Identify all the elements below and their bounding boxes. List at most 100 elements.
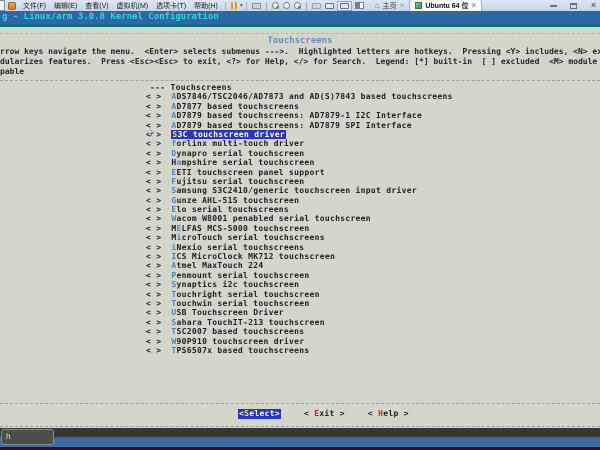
console-view-icon[interactable]	[312, 3, 321, 9]
tab-bar: ⌂主页×Ubuntu 64 位×	[370, 0, 482, 11]
menu-item-label: Samsung S3C2410/generic touchscreen inpu…	[171, 186, 417, 195]
menu-item[interactable]: < > Touchright serial touchscreen	[146, 290, 453, 299]
tristate-box[interactable]: < >	[146, 149, 161, 158]
menu-item-label: W90P910 touchscreen driver	[171, 337, 304, 346]
menu-item[interactable]: < >EETI touchscreen panel support	[146, 168, 453, 177]
tab-label: 主页	[383, 1, 397, 11]
tristate-box[interactable]: < >	[146, 168, 161, 177]
snapshot-take-icon[interactable]	[272, 2, 279, 9]
menu-item[interactable]: < >USB Touchscreen Driver	[146, 308, 453, 317]
unity-view-icon[interactable]	[325, 3, 334, 9]
tristate-box[interactable]: < >	[146, 102, 161, 111]
tristate-box[interactable]: < >	[146, 196, 161, 205]
menu-item[interactable]: < > TSC2007 based touchscreens	[146, 327, 453, 336]
tristate-box[interactable]: < >	[146, 271, 161, 280]
menu-item[interactable]: < > MicroTouch serial touchscreens	[146, 233, 453, 242]
menu-item[interactable]: < >Gunze AHL-51S touchscreen	[146, 196, 453, 205]
menu-item-label: Touchwin serial touchscreen	[171, 299, 309, 308]
tristate-box[interactable]: < >	[146, 252, 161, 261]
exit-button[interactable]: < Exit >	[304, 409, 345, 419]
menu-item[interactable]: < > AD7879 based touchscreens: AD7879-1 I…	[146, 111, 453, 120]
tristate-box[interactable]: < >	[146, 92, 161, 101]
tristate-box[interactable]: < >	[146, 308, 161, 317]
menu-item[interactable]: < >forlinx multi-touch driver	[146, 139, 453, 148]
fullscreen-icon[interactable]	[337, 1, 352, 11]
menu-5[interactable]: 帮助(H)	[190, 1, 222, 11]
taskbar-window-button[interactable]: h	[1, 429, 54, 445]
window-controls: ×	[547, 1, 600, 10]
tristate-box[interactable]: < >	[146, 327, 161, 336]
tristate-box[interactable]: < >	[146, 214, 161, 223]
tristate-box[interactable]: < >	[146, 224, 161, 233]
toolbar-divider	[266, 2, 267, 10]
menu-item[interactable]: < >AD7879 based touchscreens: AD7879 SPI…	[146, 121, 453, 130]
menu-item[interactable]: < >Sahara TouchIT-213 touchscreen	[146, 318, 453, 327]
menu-item-label: Touchright serial touchscreen	[171, 290, 319, 299]
tab-ubuntu[interactable]: Ubuntu 64 位×	[409, 0, 482, 11]
menu-item[interactable]: < >ADS7846/TSC2046/AD7873 and AD(S)7843 …	[146, 92, 453, 101]
menu-item[interactable]: < >S3C touchscreen driver	[146, 130, 453, 139]
menu-item[interactable]: < >TPS6507x based touchscreens	[146, 346, 453, 355]
tab-home[interactable]: ⌂主页×	[370, 0, 410, 11]
snapshot-manager-icon[interactable]	[294, 2, 301, 9]
restore-button[interactable]	[567, 1, 580, 10]
minimize-button[interactable]	[547, 1, 560, 10]
tristate-box[interactable]: < >	[146, 158, 161, 167]
menu-item[interactable]: < >Synaptics i2c touchscreen	[146, 280, 453, 289]
toolbar-divider	[306, 2, 307, 10]
menu-item[interactable]: < > W90P910 touchscreen driver	[146, 337, 453, 346]
tristate-box[interactable]: < >	[146, 337, 161, 346]
tristate-box[interactable]: < >	[146, 243, 161, 252]
tristate-box[interactable]: < >	[146, 290, 161, 299]
tristate-box[interactable]: < >	[146, 233, 161, 242]
menu-list: --- Touchscreens< >ADS7846/TSC2046/AD787…	[146, 83, 453, 355]
menu-item[interactable]: < > Touchwin serial touchscreen	[146, 299, 453, 308]
pause-icon[interactable]	[231, 2, 237, 9]
select-button[interactable]: <Select>	[238, 409, 281, 419]
tristate-box[interactable]: < >	[146, 318, 161, 327]
tristate-box[interactable]: < >	[146, 177, 161, 186]
menu-4[interactable]: 选项卡(T)	[152, 1, 190, 11]
tristate-box[interactable]: < >	[146, 139, 161, 148]
help-button[interactable]: < Help >	[368, 409, 409, 419]
menu-item-label: Fujitsu serial touchscreen	[171, 177, 304, 186]
toolbar-divider	[246, 2, 247, 10]
menu-item-label: TSC2007 based touchscreens	[171, 327, 304, 336]
tristate-box[interactable]: < >	[146, 346, 161, 355]
kernel-config-titlebar: g - Linux/arm 3.0.8 Kernel Configuration	[0, 11, 600, 24]
menu-item-label: S3C touchscreen driver	[171, 130, 286, 139]
menu-item[interactable]: < > Dynapro serial touchscreen	[146, 149, 453, 158]
tab-close-icon[interactable]: ×	[472, 1, 477, 10]
tristate-box[interactable]: < >	[146, 299, 161, 308]
tab-close-icon[interactable]: ×	[400, 1, 405, 10]
menu-item[interactable]: < >Penmount serial touchscreen	[146, 271, 453, 280]
menu-item[interactable]: < >Wacom W8001 penabled serial touchscre…	[146, 214, 453, 223]
menu-1[interactable]: 编辑(E)	[50, 1, 81, 11]
menu-item[interactable]: < >ICS MicroClock MK712 touchscreen	[146, 252, 453, 261]
tristate-box[interactable]: < >	[146, 111, 161, 120]
tristate-box[interactable]: < >	[146, 205, 161, 214]
menu-item[interactable]: < >iNexio serial touchscreens	[146, 243, 453, 252]
dialog-buttons: <Select> < Exit > < Help >	[238, 409, 409, 419]
menu-item[interactable]: < > Samsung S3C2410/generic touchscreen i…	[146, 186, 453, 195]
snapshot-revert-icon[interactable]	[283, 2, 290, 9]
menu-2[interactable]: 查看(V)	[81, 1, 112, 11]
menu-item-label: MicroTouch serial touchscreens	[171, 233, 325, 242]
menu-3[interactable]: 虚拟机(M)	[113, 1, 153, 11]
close-button[interactable]: ×	[587, 1, 600, 10]
menu-item-label: Dynapro serial touchscreen	[171, 149, 304, 158]
menu-item[interactable]: < >Hampshire serial touchscreen	[146, 158, 453, 167]
menu-item[interactable]: < >Atmel MaxTouch 224	[146, 261, 453, 270]
menu-item[interactable]: < >MELFAS MCS-5000 touchscreen	[146, 224, 453, 233]
menu-section-header: --- Touchscreens	[146, 83, 453, 92]
tristate-box[interactable]: < >	[146, 261, 161, 270]
tristate-box[interactable]: < >	[146, 280, 161, 289]
menu-0[interactable]: 文件(F)	[19, 1, 50, 11]
tristate-box[interactable]: < >	[146, 186, 161, 195]
menu-item[interactable]: < >AD7877 based touchscreens	[146, 102, 453, 111]
pause-dropdown-icon[interactable]: ▾	[240, 2, 243, 9]
library-panel-icon[interactable]	[355, 2, 364, 9]
menu-item[interactable]: < > Fujitsu serial touchscreen	[146, 177, 453, 186]
menu-item-label: AD7879 based touchscreens: AD7879-1 I2C …	[171, 111, 422, 120]
printer-icon[interactable]	[252, 3, 261, 9]
